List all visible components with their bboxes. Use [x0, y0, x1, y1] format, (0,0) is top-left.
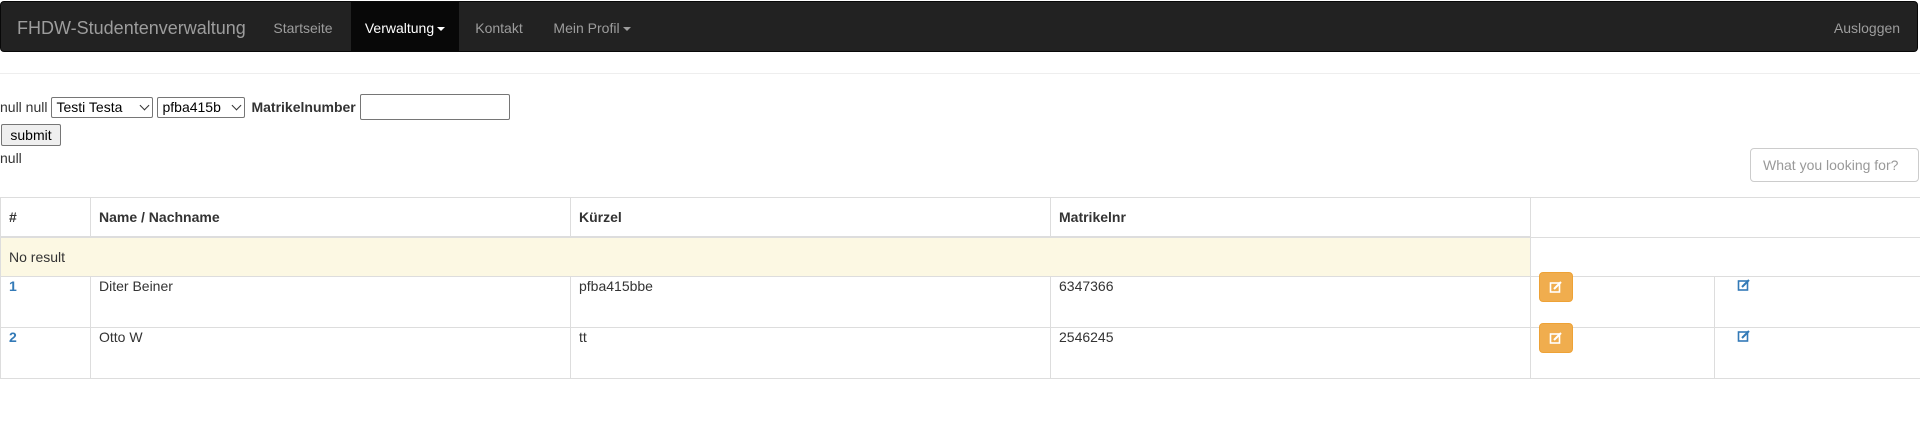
- caret-down-icon: [622, 27, 631, 32]
- top-navbar: FHDW-Studentenverwaltung Startseite Verw…: [0, 1, 1918, 52]
- edit-icon: [1549, 332, 1562, 344]
- nav-item-label: Kontakt: [475, 20, 523, 36]
- row-matrikelnr: 2546245: [1050, 327, 1531, 379]
- row-name: Diter Beiner: [90, 276, 571, 328]
- kuerzel-select-value: pfba415b: [162, 99, 221, 115]
- student-form: null null Testi Testa pfba415b Matrikeln…: [0, 94, 510, 120]
- table-row: 2 Otto W tt 2546245: [0, 323, 1920, 379]
- edit-button[interactable]: [1539, 323, 1573, 353]
- nav-item-startseite[interactable]: Startseite: [263, 2, 343, 51]
- row-id-link[interactable]: 2: [9, 329, 17, 345]
- header-matrikelnr: Matrikelnr: [1050, 197, 1531, 238]
- students-table: # Name / Nachname Kürzel Matrikelnr No r…: [0, 197, 1920, 379]
- table-header-row: # Name / Nachname Kürzel Matrikelnr: [0, 197, 1920, 238]
- nav-item-verwaltung[interactable]: Verwaltung: [351, 2, 459, 51]
- no-result-row: No result: [0, 236, 1920, 277]
- edit-icon: [1549, 281, 1562, 293]
- row-matrikelnr: 6347366: [1050, 276, 1531, 328]
- edit-button[interactable]: [1539, 272, 1573, 302]
- logout-label: Ausloggen: [1833, 20, 1901, 36]
- result-text: null: [0, 150, 22, 166]
- submit-button[interactable]: submit: [1, 124, 61, 146]
- student-select[interactable]: Testi Testa: [51, 96, 154, 118]
- form-prefix-text: null null: [0, 99, 48, 115]
- nav-item-kontakt[interactable]: Kontakt: [465, 2, 533, 51]
- search-input[interactable]: [1750, 148, 1919, 182]
- matrikel-input[interactable]: [359, 94, 510, 120]
- logout-link[interactable]: Ausloggen: [1827, 2, 1907, 51]
- table-row: 1 Diter Beiner pfba415bbe 6347366: [0, 272, 1920, 328]
- kuerzel-select[interactable]: pfba415b: [157, 96, 246, 118]
- navbar-brand[interactable]: FHDW-Studentenverwaltung: [17, 2, 246, 53]
- nav-item-label: Mein Profil: [553, 20, 620, 36]
- chevron-down-icon: [140, 100, 150, 110]
- matrikel-label: Matrikelnumber: [251, 99, 356, 115]
- nav-item-label: Verwaltung: [364, 20, 435, 36]
- row-kuerzel: pfba415bbe: [570, 276, 1051, 328]
- row-id-link[interactable]: 1: [9, 278, 17, 294]
- nav-item-mein-profil[interactable]: Mein Profil: [545, 2, 639, 51]
- edit-link-icon[interactable]: [1737, 329, 1751, 347]
- row-kuerzel: tt: [570, 327, 1051, 379]
- header-divider: [0, 73, 1920, 74]
- header-kuerzel: Kürzel: [570, 197, 1051, 238]
- edit-link-icon[interactable]: [1737, 278, 1751, 296]
- header-actions: [1530, 197, 1920, 238]
- caret-down-icon: [437, 27, 446, 32]
- chevron-down-icon: [232, 100, 242, 110]
- nav-item-label: Startseite: [273, 20, 333, 36]
- no-result-text: No result: [0, 236, 1531, 277]
- header-name: Name / Nachname: [90, 197, 571, 238]
- row-name: Otto W: [90, 327, 571, 379]
- student-select-value: Testi Testa: [56, 99, 123, 115]
- header-index: #: [0, 197, 91, 238]
